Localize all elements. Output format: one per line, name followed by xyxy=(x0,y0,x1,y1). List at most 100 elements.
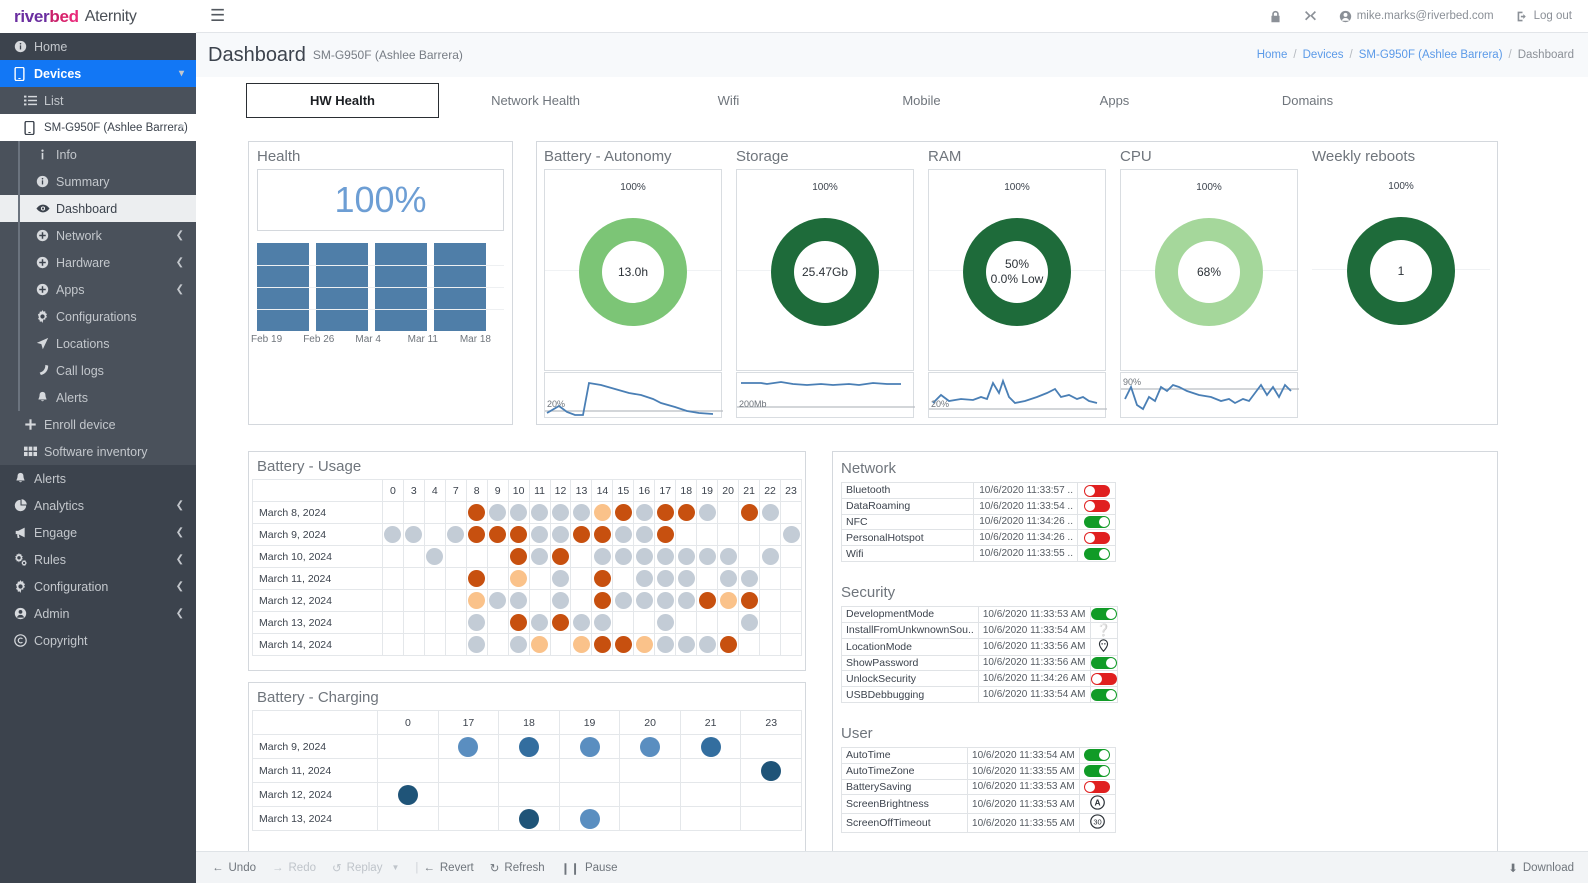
toggle-switch[interactable] xyxy=(1091,608,1117,620)
expand-icon[interactable] xyxy=(1304,10,1317,23)
sidebar-item-apps[interactable]: Apps❮ xyxy=(0,276,196,303)
setting-timestamp: 10/6/2020 11:34:26 .. xyxy=(974,514,1078,530)
hamburger-icon[interactable]: ☰ xyxy=(210,6,225,26)
table-cell xyxy=(424,568,445,590)
sidebar-item-sm-g950f-ashlee-barrera[interactable]: SM-G950F (Ashlee Barrera)▾ xyxy=(0,114,196,141)
setting-state[interactable] xyxy=(1078,530,1116,546)
chevron-down-icon[interactable]: ▾ xyxy=(179,68,184,79)
sidebar-item-enroll-device[interactable]: Enroll device xyxy=(0,411,196,438)
sidebar-item-call-logs[interactable]: Call logs xyxy=(0,357,196,384)
setting-state[interactable] xyxy=(1090,655,1117,671)
tab-apps[interactable]: Apps xyxy=(1018,84,1211,117)
user-account[interactable]: mike.marks@riverbed.com xyxy=(1339,10,1494,23)
chevron-left-icon[interactable]: ❮ xyxy=(176,230,184,241)
plus-circle-icon xyxy=(36,283,56,296)
sidebar-item-summary[interactable]: Summary xyxy=(0,168,196,195)
tab-hw-health[interactable]: HW Health xyxy=(246,83,439,118)
table-cell xyxy=(466,524,487,546)
pause-button[interactable]: ❙❙ Pause xyxy=(561,861,618,875)
sidebar-item-configurations[interactable]: Configurations xyxy=(0,303,196,330)
sidebar-item-label: Engage xyxy=(34,526,77,540)
gauge-donut: 1 xyxy=(1347,217,1455,325)
setting-state[interactable] xyxy=(1079,763,1115,779)
sidebar-item-engage[interactable]: Engage ❮ xyxy=(0,519,196,546)
tab-mobile[interactable]: Mobile xyxy=(825,84,1018,117)
breadcrumb-item[interactable]: Devices xyxy=(1303,49,1344,61)
sidebar-item-admin[interactable]: Admin❮ xyxy=(0,600,196,627)
setting-state[interactable] xyxy=(1079,779,1115,795)
replay-button[interactable]: ↺ Replay ▼ xyxy=(332,861,399,875)
sidebar-item-alerts[interactable]: Alerts xyxy=(0,384,196,411)
toggle-switch[interactable] xyxy=(1084,516,1110,528)
refresh-button[interactable]: ↻ Refresh xyxy=(490,861,545,875)
sidebar: riverbed Aternity HomeDevices▾ListSM-G95… xyxy=(0,0,196,883)
toggle-switch[interactable] xyxy=(1084,485,1110,497)
redo-button[interactable]: → Redo xyxy=(272,862,316,874)
chevron-left-icon[interactable]: ❮ xyxy=(176,500,184,511)
setting-state[interactable] xyxy=(1078,514,1116,530)
sidebar-item-rules[interactable]: Rules❮ xyxy=(0,546,196,573)
table-cell xyxy=(781,634,802,656)
sidebar-item-locations[interactable]: Locations xyxy=(0,330,196,357)
tab-domains[interactable]: Domains xyxy=(1211,84,1404,117)
sidebar-item-info[interactable]: Info xyxy=(0,141,196,168)
toggle-switch[interactable] xyxy=(1084,781,1110,793)
chevron-left-icon[interactable]: ❮ xyxy=(176,284,184,295)
setting-state[interactable] xyxy=(1078,498,1116,514)
setting-state[interactable] xyxy=(1090,638,1117,655)
toggle-switch[interactable] xyxy=(1084,765,1110,777)
setting-state[interactable] xyxy=(1079,747,1115,763)
tab-network-health[interactable]: Network Health xyxy=(439,84,632,117)
table-cell xyxy=(760,524,781,546)
tab-wifi[interactable]: Wifi xyxy=(632,84,825,117)
sidebar-item-label: Enroll device xyxy=(44,418,116,432)
plus-circle-icon xyxy=(36,229,56,242)
sidebar-item-analytics[interactable]: Analytics❮ xyxy=(0,492,196,519)
bell-icon xyxy=(14,472,34,485)
toggle-switch[interactable] xyxy=(1091,657,1117,669)
toggle-switch[interactable] xyxy=(1091,673,1117,685)
chevron-down-icon[interactable]: ▾ xyxy=(179,122,184,133)
chevron-down-icon[interactable]: ▼ xyxy=(391,863,399,872)
sidebar-item-dashboard[interactable]: Dashboard xyxy=(0,195,196,222)
chevron-left-icon[interactable]: ❮ xyxy=(176,554,184,565)
sidebar-item-alerts[interactable]: Alerts xyxy=(0,465,196,492)
setting-state[interactable]: A xyxy=(1079,795,1115,814)
setting-state[interactable] xyxy=(1090,606,1117,622)
toggle-switch[interactable] xyxy=(1084,548,1110,560)
lock-icon[interactable] xyxy=(1269,10,1282,23)
setting-state[interactable] xyxy=(1078,483,1116,499)
toggle-switch[interactable] xyxy=(1091,689,1117,701)
table-cell xyxy=(559,807,620,831)
sidebar-item-network[interactable]: Network❮ xyxy=(0,222,196,249)
sidebar-item-copyright[interactable]: Copyright xyxy=(0,627,196,654)
setting-state[interactable]: 30 xyxy=(1079,814,1115,833)
toggle-switch[interactable] xyxy=(1084,532,1110,544)
sidebar-item-hardware[interactable]: Hardware❮ xyxy=(0,249,196,276)
logout-label: Log out xyxy=(1534,10,1572,22)
download-button[interactable]: ⬇ Download xyxy=(1508,861,1574,875)
setting-state[interactable] xyxy=(1090,687,1117,703)
chevron-left-icon[interactable]: ❮ xyxy=(176,257,184,268)
toggle-switch[interactable] xyxy=(1084,500,1110,512)
sidebar-item-software-inventory[interactable]: Software inventory xyxy=(0,438,196,465)
setting-timestamp: 10/6/2020 11:33:55 AM xyxy=(968,763,1080,779)
undo-label: Undo xyxy=(229,862,257,874)
undo-button[interactable]: ← Undo xyxy=(212,862,256,874)
sidebar-item-list[interactable]: List xyxy=(0,87,196,114)
setting-state[interactable] xyxy=(1078,546,1116,562)
chevron-left-icon[interactable]: ❮ xyxy=(176,527,184,538)
breadcrumb-item[interactable]: SM-G950F (Ashlee Barrera) xyxy=(1359,49,1503,61)
chevron-left-icon[interactable]: ❮ xyxy=(176,581,184,592)
toggle-switch[interactable] xyxy=(1084,749,1110,761)
setting-state[interactable]: ❔ xyxy=(1090,622,1117,638)
sidebar-item-configuration[interactable]: Configuration❮ xyxy=(0,573,196,600)
logout-button[interactable]: Log out xyxy=(1516,10,1572,23)
sidebar-item-devices[interactable]: Devices▾ xyxy=(0,60,196,87)
chevron-left-icon[interactable]: ❮ xyxy=(176,608,184,619)
breadcrumb-item[interactable]: Home xyxy=(1257,49,1288,61)
revert-button[interactable]: | ← Revert xyxy=(415,862,473,874)
sidebar-item-home[interactable]: Home xyxy=(0,33,196,60)
setting-state[interactable] xyxy=(1090,671,1117,687)
table-cell xyxy=(466,612,487,634)
